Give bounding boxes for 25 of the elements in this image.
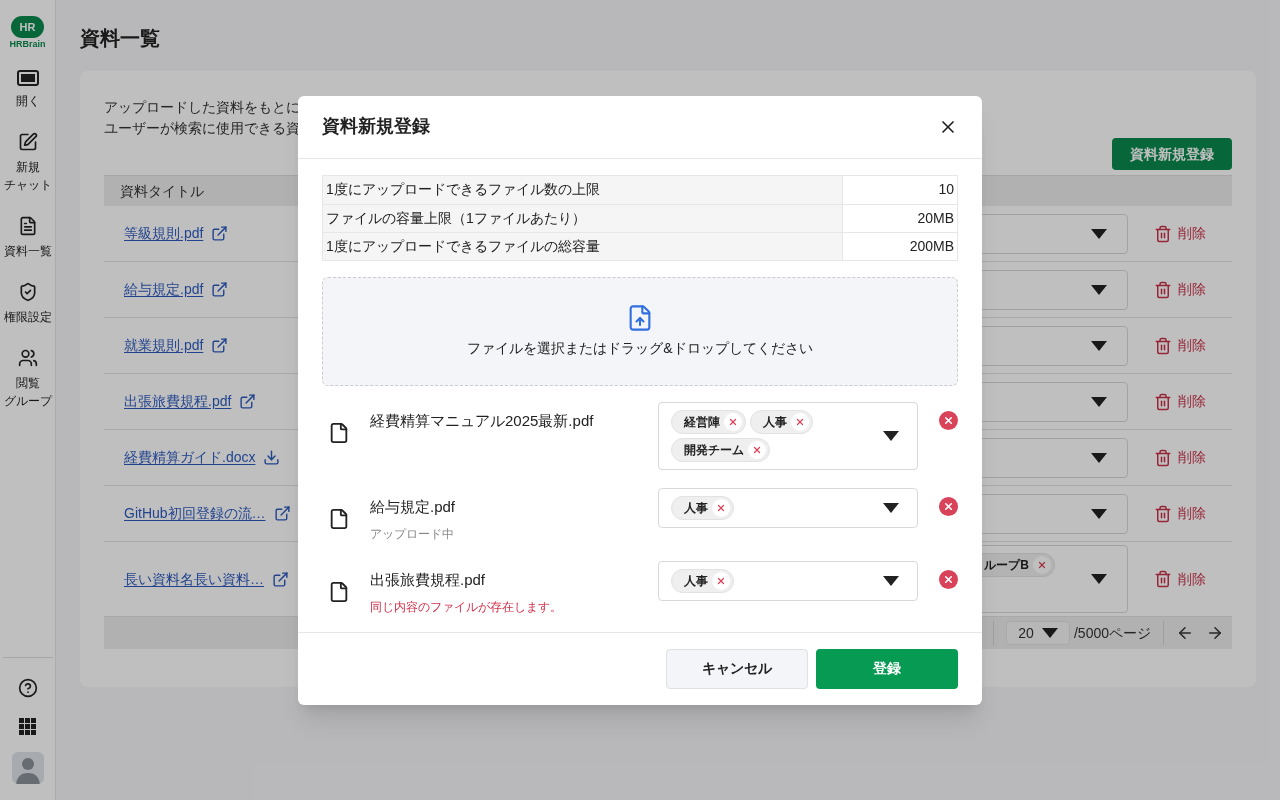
dropzone-text: ファイルを選択またはドラッグ&ドロップしてください [467, 338, 813, 358]
tag-chip: 人事 [671, 495, 734, 520]
limit-label: ファイルの容量上限（1ファイルあたり） [323, 204, 843, 232]
tag-chip: 人事 [750, 409, 813, 434]
page-count: /5000ページ [1073, 623, 1151, 643]
description-text: アップロードした資料をもとに [104, 98, 300, 117]
limit-label: 1度にアップロードできるファイルの総容量 [323, 232, 843, 260]
column-header: 資料タイトル [120, 181, 204, 201]
limit-label: 1度にアップロードできるファイル数の上限 [323, 175, 843, 204]
limit-value: 200MB [908, 236, 955, 256]
file-name: 給与規定.pdf [370, 496, 457, 517]
file-name: 出張旅費規程.pdf [370, 569, 487, 590]
tag-chip: 開発チーム [671, 437, 770, 462]
page-title: 資料一覧 [80, 26, 161, 51]
error-message: 同じ内容のファイルが存在します。 [370, 598, 563, 616]
upload-status: アップロード中 [370, 525, 455, 543]
logo-text: HRBrain [9, 38, 46, 50]
description-text: ユーザーが検索に使用できる資 [104, 119, 300, 138]
dialog-title: 資料新規登録 [322, 115, 430, 138]
limit-value: 20MB [916, 208, 955, 228]
tag-chip: 人事 [671, 568, 734, 593]
logo-bubble: HR [11, 16, 44, 38]
file-name: 経費精算マニュアル2025最新.pdf [370, 410, 595, 431]
tag-chip: 経営陣 [671, 409, 746, 434]
limit-value: 10 [937, 180, 955, 199]
